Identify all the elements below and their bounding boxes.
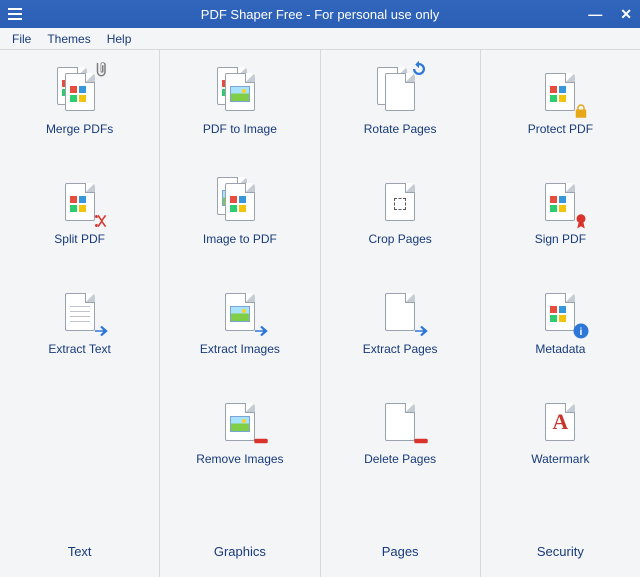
watermark-button[interactable]: A Watermark (481, 398, 640, 508)
pdf-to-image-button[interactable]: PDF to Image (160, 68, 319, 178)
merge-pdfs-icon (56, 68, 104, 116)
watermark-icon: A (536, 398, 584, 446)
column-graphics-header: Graphics (214, 544, 266, 577)
close-button[interactable]: ✕ (620, 7, 632, 21)
menubar: File Themes Help (0, 28, 640, 50)
protect-pdf-button[interactable]: Protect PDF (481, 68, 640, 178)
image-to-pdf-button[interactable]: Image to PDF (160, 178, 319, 288)
column-text-header: Text (68, 544, 92, 577)
crop-pages-button[interactable]: Crop Pages (321, 178, 480, 288)
delete-pages-icon (376, 398, 424, 446)
main-content: Merge PDFs Split PDF Extract Text Text (0, 50, 640, 577)
watermark-label: Watermark (531, 452, 589, 466)
column-security: Protect PDF Sign PDF i Metadata A (481, 50, 640, 577)
extract-text-label: Extract Text (48, 342, 110, 356)
extract-pages-label: Extract Pages (363, 342, 438, 356)
pdf-to-image-label: PDF to Image (203, 122, 277, 136)
minimize-button[interactable]: — (588, 7, 602, 21)
column-security-header: Security (537, 544, 584, 577)
column-pages-header: Pages (382, 544, 419, 577)
remove-images-button[interactable]: Remove Images (160, 398, 319, 508)
split-pdf-button[interactable]: Split PDF (0, 178, 159, 288)
image-to-pdf-icon (216, 178, 264, 226)
remove-images-label: Remove Images (196, 452, 283, 466)
column-graphics: PDF to Image Image to PDF Extract Images (160, 50, 320, 577)
menu-help[interactable]: Help (101, 30, 138, 48)
menu-themes[interactable]: Themes (41, 30, 96, 48)
window-title: PDF Shaper Free - For personal use only (0, 7, 640, 22)
titlebar: PDF Shaper Free - For personal use only … (0, 0, 640, 28)
app-menu-icon[interactable] (8, 7, 22, 21)
extract-text-icon (56, 288, 104, 336)
extract-images-icon (216, 288, 264, 336)
delete-pages-button[interactable]: Delete Pages (321, 398, 480, 508)
menu-file[interactable]: File (6, 30, 37, 48)
protect-pdf-label: Protect PDF (528, 122, 593, 136)
extract-pages-icon (376, 288, 424, 336)
rotate-pages-icon (376, 68, 424, 116)
extract-text-button[interactable]: Extract Text (0, 288, 159, 398)
metadata-icon: i (536, 288, 584, 336)
extract-pages-button[interactable]: Extract Pages (321, 288, 480, 398)
sign-pdf-label: Sign PDF (535, 232, 586, 246)
merge-pdfs-label: Merge PDFs (46, 122, 113, 136)
rotate-pages-button[interactable]: Rotate Pages (321, 68, 480, 178)
merge-pdfs-button[interactable]: Merge PDFs (0, 68, 159, 178)
rotate-pages-label: Rotate Pages (364, 122, 437, 136)
split-pdf-icon (56, 178, 104, 226)
image-to-pdf-label: Image to PDF (203, 232, 277, 246)
empty-cell (0, 398, 159, 508)
sign-pdf-button[interactable]: Sign PDF (481, 178, 640, 288)
remove-images-icon (216, 398, 264, 446)
pdf-to-image-icon (216, 68, 264, 116)
metadata-label: Metadata (535, 342, 585, 356)
sign-pdf-icon (536, 178, 584, 226)
crop-pages-label: Crop Pages (368, 232, 431, 246)
extract-images-button[interactable]: Extract Images (160, 288, 319, 398)
split-pdf-label: Split PDF (54, 232, 105, 246)
metadata-button[interactable]: i Metadata (481, 288, 640, 398)
protect-pdf-icon (536, 68, 584, 116)
svg-text:i: i (580, 326, 583, 338)
extract-images-label: Extract Images (200, 342, 280, 356)
column-text: Merge PDFs Split PDF Extract Text Text (0, 50, 160, 577)
column-pages: Rotate Pages Crop Pages Extract Pages (321, 50, 481, 577)
crop-pages-icon (376, 178, 424, 226)
delete-pages-label: Delete Pages (364, 452, 436, 466)
